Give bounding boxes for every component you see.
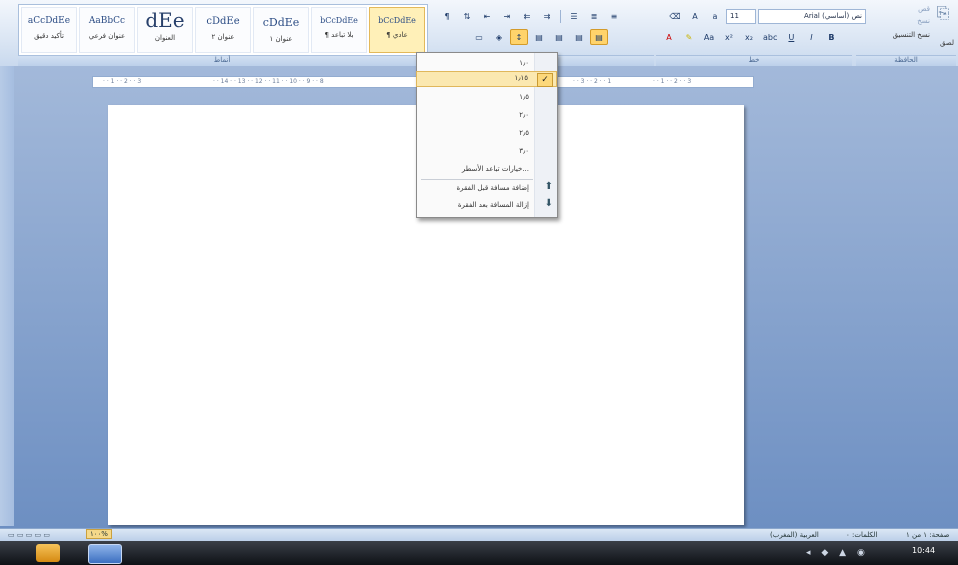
styles-group-label: أنماط <box>213 56 231 64</box>
word-app-icon[interactable] <box>88 544 122 564</box>
highlight-icon[interactable]: ✎ <box>680 29 698 45</box>
style-sample: aCcDdEe <box>27 16 71 26</box>
ltr-direction-icon[interactable]: ⇥ <box>498 8 516 24</box>
folder-icon[interactable] <box>36 544 60 562</box>
align-left-icon[interactable]: ▤ <box>550 29 568 45</box>
line-spacing-options-item[interactable]: خيارات تباعد الأسطر... <box>462 165 529 173</box>
tray-icons[interactable]: ◂ ◆ ▲ ◉ <box>806 548 906 558</box>
style-name: عنوان فرعي <box>88 32 126 40</box>
decrease-indent-icon[interactable]: ⇇ <box>518 8 536 24</box>
strikethrough-icon[interactable]: abc <box>760 29 780 45</box>
add-space-before-icon: ⬆ <box>544 181 553 192</box>
status-bar: ▭ ▭ ▭ ▭ ▭ ١٠٠% العربية (المغرب) الكلمات:… <box>0 528 958 542</box>
view-buttons[interactable]: ▭ ▭ ▭ ▭ ▭ <box>8 531 50 539</box>
line-spacing-option-1-5[interactable]: ١٫٥ <box>519 93 529 101</box>
menu-separator <box>421 179 533 180</box>
style-sample: dEe <box>145 8 185 32</box>
checkmark-icon: ✓ <box>537 73 553 87</box>
style-name: ¶ عادي <box>386 31 408 39</box>
bulleted-list-icon[interactable]: ≡ <box>605 8 623 24</box>
style-heading-2[interactable]: cDdEe عنوان ٢ <box>195 7 251 53</box>
change-case-icon[interactable]: Aa <box>700 29 718 45</box>
style-heading-1[interactable]: cDdEe عنوان ١ <box>253 7 309 53</box>
line-spacing-option-2-5[interactable]: ٢٫٥ <box>519 129 529 137</box>
zoom-level[interactable]: ١٠٠% <box>86 529 112 539</box>
font-tools-row-1: ⌫ A a 11 Arial (أساسي) نص <box>666 8 866 24</box>
style-name: ¶ بلا تباعد <box>324 31 354 39</box>
line-spacing-option-1-0[interactable]: ١٫٠ <box>519 59 529 67</box>
font-tools-row-2: A ✎ Aa x² x₂ abc U I B <box>660 29 840 45</box>
font-name-select[interactable]: Arial (أساسي) نص <box>758 8 866 24</box>
line-spacing-option-1-15[interactable]: ١٫١٥ ✓ <box>416 71 557 87</box>
styles-gallery: aCcDdEe تأكيد دقيق AaBbCc عنوان فرعي dEe… <box>18 4 428 56</box>
style-normal[interactable]: bCcDdEe ¶ عادي <box>369 7 425 53</box>
bold-icon[interactable]: B <box>822 29 840 45</box>
style-subtle-emphasis[interactable]: aCcDdEe تأكيد دقيق <box>21 7 77 53</box>
format-painter-button[interactable]: نسخ التنسيق <box>893 31 930 39</box>
vertical-ruler <box>0 66 14 526</box>
style-name: تأكيد دقيق <box>34 32 64 40</box>
line-spacing-menu: ١٫٠ ١٫١٥ ✓ ١٫٥ ٢٫٠ ٢٫٥ ٣٫٠ خيارات تباعد … <box>416 52 558 218</box>
paste-icon[interactable]: ⎘ <box>932 3 954 37</box>
justify-icon[interactable]: ▤ <box>530 29 548 45</box>
subscript-icon[interactable]: x₂ <box>740 29 758 45</box>
font-size-select[interactable]: 11 <box>726 8 756 24</box>
font-group-bar: خط <box>656 55 852 66</box>
remove-space-after-item[interactable]: إزالة المسافة بعد الفقرة <box>458 201 529 209</box>
taskbar: ◂ ◆ ▲ ◉ 10:44 <box>0 541 958 565</box>
clipboard-group: ⎘ قص نسخ نسخ التنسيق لصق <box>854 3 954 53</box>
style-sample: bCcDdEe <box>320 16 358 25</box>
style-title[interactable]: dEe العنوان <box>137 7 193 53</box>
increase-indent-icon[interactable]: ⇉ <box>538 8 556 24</box>
italic-icon[interactable]: I <box>802 29 820 45</box>
line-spacing-icon[interactable]: ↕ <box>510 29 528 45</box>
line-spacing-option-3-0[interactable]: ٣٫٠ <box>519 147 529 155</box>
paragraph-tools-row-1: ¶ ⇅ ⇤ ⇥ ⇇ ⇉ ☰ ≣ ≡ <box>438 8 623 24</box>
cut-button[interactable]: قص <box>918 5 930 13</box>
numbered-list-icon[interactable]: ≣ <box>585 8 603 24</box>
style-sample: cDdEe <box>262 16 300 29</box>
styles-group-bar: أنماط <box>18 55 426 66</box>
page-number[interactable]: صفحة: ١ من ١ <box>906 531 949 539</box>
remove-space-after-icon: ⬇ <box>544 198 553 209</box>
font-group-label: خط <box>748 56 760 64</box>
align-right-icon[interactable]: ▤ <box>590 29 608 45</box>
style-no-spacing[interactable]: bCcDdEe ¶ بلا تباعد <box>311 7 367 53</box>
style-name: عنوان ١ <box>269 35 293 43</box>
clipboard-group-label: الحافظة <box>894 56 918 64</box>
line-spacing-option-2-0[interactable]: ٢٫٠ <box>519 111 529 119</box>
underline-icon[interactable]: U <box>782 29 800 45</box>
language-status[interactable]: العربية (المغرب) <box>770 531 819 539</box>
style-name: العنوان <box>154 34 176 42</box>
align-center-icon[interactable]: ▤ <box>570 29 588 45</box>
style-sample: cDdEe <box>206 16 240 27</box>
show-formatting-icon[interactable]: ¶ <box>438 8 456 24</box>
shading-icon[interactable]: ◈ <box>490 29 508 45</box>
copy-button[interactable]: نسخ <box>917 17 930 25</box>
style-subtitle[interactable]: AaBbCc عنوان فرعي <box>79 7 135 53</box>
word-count[interactable]: الكلمات: ٠ <box>846 531 877 539</box>
style-name: عنوان ٢ <box>211 33 235 41</box>
style-sample: AaBbCc <box>88 16 126 26</box>
clear-formatting-icon[interactable]: ⌫ <box>666 8 684 24</box>
rtl-direction-icon[interactable]: ⇤ <box>478 8 496 24</box>
paragraph-tools-row-2: ▭ ◈ ↕ ▤ ▤ ▤ ▤ <box>470 29 608 45</box>
clipboard-group-bar: الحافظة <box>856 55 956 66</box>
add-space-before-item[interactable]: إضافة مسافة قبل الفقرة <box>457 184 529 192</box>
style-sample: bCcDdEe <box>378 16 416 25</box>
sort-icon[interactable]: ⇅ <box>458 8 476 24</box>
shrink-font-icon[interactable]: a <box>706 8 724 24</box>
line-spacing-option-label: ١٫١٥ <box>514 74 528 82</box>
grow-font-icon[interactable]: A <box>686 8 704 24</box>
paste-label: لصق <box>939 39 954 47</box>
font-color-icon[interactable]: A <box>660 29 678 45</box>
superscript-icon[interactable]: x² <box>720 29 738 45</box>
separator <box>560 9 561 23</box>
clock: 10:44 <box>912 546 936 555</box>
borders-icon[interactable]: ▭ <box>470 29 488 45</box>
multilevel-list-icon[interactable]: ☰ <box>565 8 583 24</box>
